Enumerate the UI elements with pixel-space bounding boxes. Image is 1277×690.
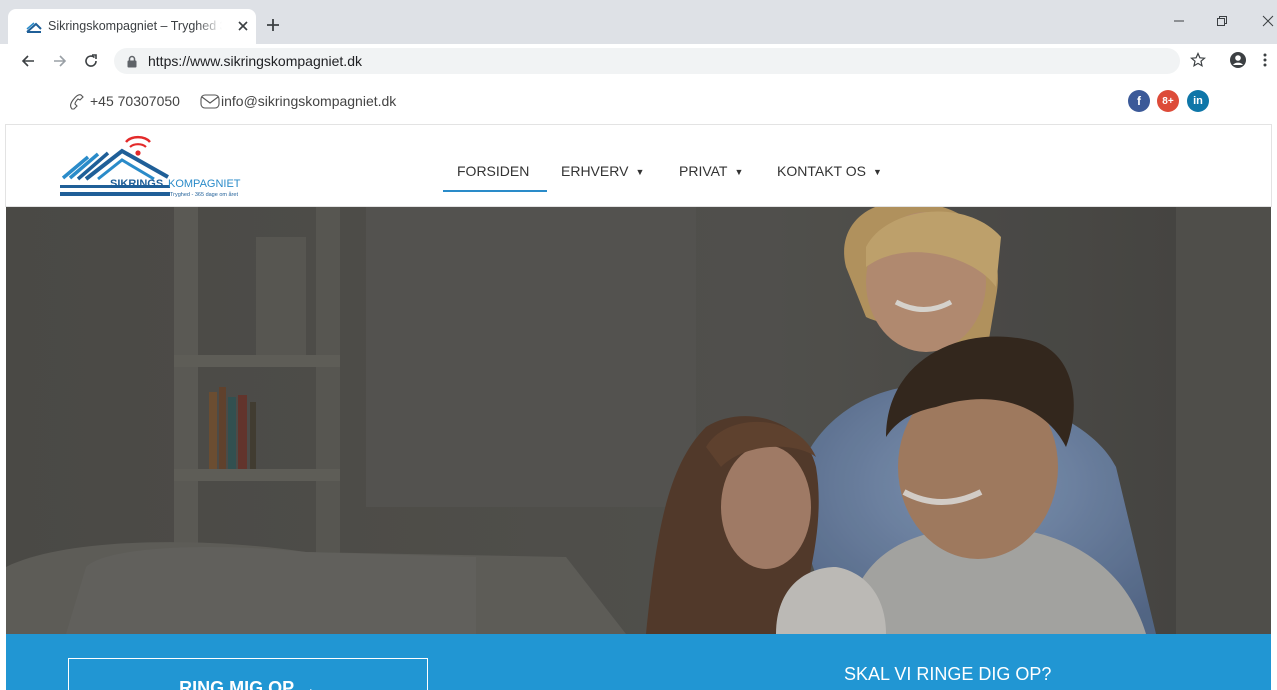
nav-item-label: KONTAKT OS — [777, 163, 866, 179]
site-logo[interactable]: SIKRINGS KOMPAGNIET Tryghed - 365 dage o… — [58, 133, 273, 199]
phone-link[interactable]: +45 70307050 — [90, 93, 180, 109]
phone-icon — [68, 92, 88, 112]
back-icon[interactable] — [18, 51, 38, 71]
browser-tab-strip: Sikringskompagniet – Tryghed 365 dage om… — [0, 0, 1277, 44]
nav-item-forsiden[interactable]: FORSIDEN — [457, 163, 529, 179]
nav-item-erhverv[interactable]: ERHVERV ▼ — [561, 163, 644, 179]
new-tab-icon[interactable] — [262, 14, 284, 36]
lock-icon — [126, 54, 138, 68]
tab-close-icon[interactable] — [235, 18, 251, 34]
nav-item-label: PRIVAT — [679, 163, 728, 179]
caret-down-icon: ▼ — [734, 167, 744, 177]
email-link[interactable]: info@sikringskompagniet.dk — [221, 93, 396, 109]
nav-item-privat[interactable]: PRIVAT ▼ — [679, 163, 743, 179]
restore-icon[interactable] — [1209, 10, 1235, 32]
address-bar[interactable]: https://www.sikringskompagniet.dk — [114, 48, 1180, 74]
facebook-icon[interactable]: f — [1128, 90, 1150, 112]
site-favicon-icon — [26, 20, 42, 34]
account-icon[interactable] — [1228, 50, 1248, 70]
url-text: https://www.sikringskompagniet.dk — [148, 53, 362, 69]
facebook-glyph: f — [1137, 94, 1141, 108]
nav-item-kontakt-os[interactable]: KONTAKT OS ▼ — [777, 163, 882, 179]
linkedin-glyph: in — [1193, 95, 1203, 107]
tab-title: Sikringskompagniet – Tryghed 365 dage om… — [48, 19, 222, 33]
browser-tab[interactable]: Sikringskompagniet – Tryghed 365 dage om… — [8, 9, 256, 44]
ring-mig-op-button[interactable]: RING MIG OP → — [68, 658, 428, 690]
close-window-icon[interactable] — [1255, 10, 1277, 32]
google-plus-glyph: 8+ — [1162, 95, 1174, 107]
reload-icon[interactable] — [81, 51, 101, 71]
callback-section: RING MIG OP → SKAL VI RINGE DIG OP? — [6, 634, 1271, 690]
logo-name-part2: KOMPAGNIET — [168, 178, 241, 190]
hero-image — [6, 207, 1271, 634]
browser-menu-icon[interactable] — [1260, 50, 1270, 70]
site-header: SIKRINGS KOMPAGNIET Tryghed - 365 dage o… — [5, 124, 1272, 207]
caret-down-icon: ▼ — [635, 167, 645, 177]
browser-toolbar: https://www.sikringskompagniet.dk — [0, 44, 1277, 78]
logo-tagline: Tryghed - 365 dage om året — [170, 191, 238, 198]
nav-active-indicator — [443, 190, 547, 192]
bookmark-star-icon[interactable] — [1188, 50, 1208, 70]
email-icon — [199, 93, 221, 109]
minimize-icon[interactable] — [1166, 10, 1192, 32]
contact-bar: +45 70307050 info@sikringskompagniet.dk … — [0, 78, 1277, 124]
ring-mig-op-label: RING MIG OP → — [179, 678, 317, 690]
callback-heading: SKAL VI RINGE DIG OP? — [844, 664, 1052, 684]
linkedin-icon[interactable]: in — [1187, 90, 1209, 112]
nav-item-label: FORSIDEN — [457, 163, 530, 179]
forward-icon[interactable] — [50, 51, 70, 71]
caret-down-icon: ▼ — [872, 167, 882, 177]
logo-name-part1: SIKRINGS — [110, 178, 163, 190]
nav-item-label: ERHVERV — [561, 163, 629, 179]
google-plus-icon[interactable]: 8+ — [1157, 90, 1179, 112]
